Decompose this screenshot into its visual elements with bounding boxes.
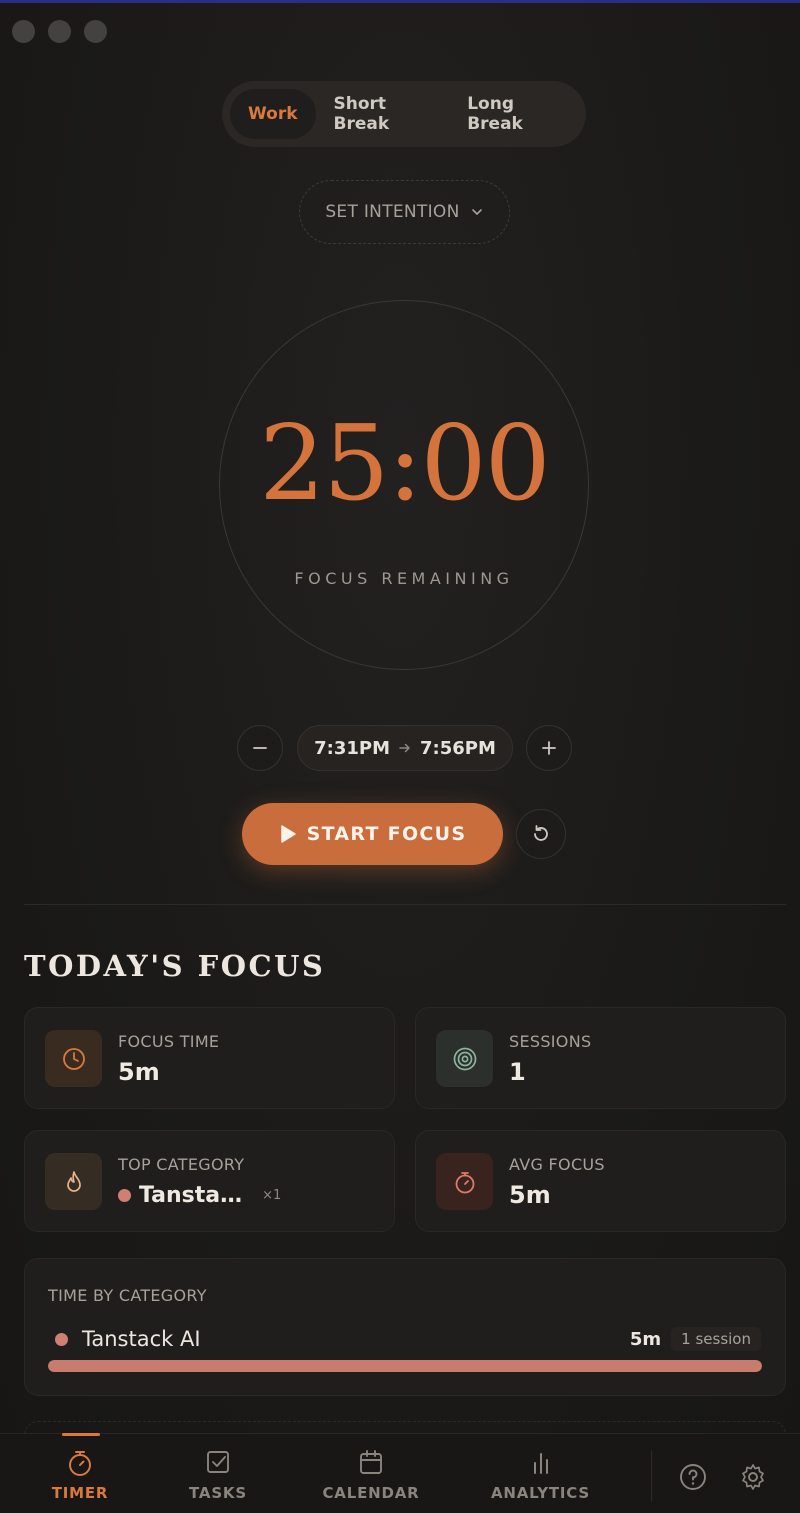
nav-divider bbox=[651, 1450, 652, 1502]
time-range: 7:31PM 7:56PM bbox=[297, 725, 513, 771]
close-window-button[interactable] bbox=[12, 20, 35, 43]
sessions-value: 1 bbox=[509, 1058, 526, 1086]
help-icon bbox=[680, 1464, 706, 1490]
time-by-category-card: TIME BY CATEGORY Tanstack AI 5m 1 sessio… bbox=[24, 1258, 786, 1396]
increase-time-button[interactable] bbox=[526, 725, 572, 771]
timer-icon bbox=[69, 1451, 91, 1476]
focus-time-label: FOCUS TIME bbox=[118, 1032, 220, 1051]
start-focus-button[interactable]: START FOCUS bbox=[242, 803, 503, 865]
tab-long-break[interactable]: Long Break bbox=[449, 89, 578, 139]
tab-short-break[interactable]: Short Break bbox=[316, 89, 450, 139]
flame-icon bbox=[45, 1153, 102, 1210]
play-icon bbox=[280, 825, 296, 843]
start-focus-label: START FOCUS bbox=[306, 823, 467, 845]
minimize-window-button[interactable] bbox=[48, 20, 71, 43]
avg-focus-value: 5m bbox=[509, 1181, 551, 1209]
sessions-label: SESSIONS bbox=[509, 1032, 592, 1051]
chevron-down-icon bbox=[471, 209, 482, 215]
bar-chart-icon bbox=[533, 1453, 548, 1474]
app-window: Work Short Break Long Break SET INTENTIO… bbox=[0, 0, 800, 1513]
list-item[interactable]: Tanstack AI 5m 1 session bbox=[55, 1325, 761, 1353]
reset-button[interactable] bbox=[516, 809, 566, 859]
section-divider bbox=[24, 904, 786, 905]
settings-button[interactable] bbox=[738, 1462, 768, 1492]
start-time: 7:31PM bbox=[314, 737, 390, 759]
calendar-icon bbox=[360, 1450, 382, 1474]
tab-work[interactable]: Work bbox=[230, 89, 316, 139]
intention-label: SET INTENTION bbox=[325, 202, 460, 222]
category-progress-fill bbox=[48, 1360, 762, 1372]
top-category-label: TOP CATEGORY bbox=[118, 1155, 245, 1174]
gear-icon bbox=[742, 1464, 764, 1490]
set-intention-button[interactable]: SET INTENTION bbox=[299, 180, 510, 244]
category-progress-bar bbox=[48, 1360, 762, 1372]
maximize-window-button[interactable] bbox=[84, 20, 107, 43]
top-category-card: TOP CATEGORY Tansta… ×1 bbox=[24, 1130, 395, 1232]
category-name: Tanstack AI bbox=[82, 1327, 201, 1351]
nav-calendar[interactable]: CALENDAR bbox=[320, 1434, 422, 1513]
checkbox-icon bbox=[207, 1451, 229, 1473]
mode-tabs: Work Short Break Long Break bbox=[222, 81, 586, 147]
category-sessions-badge: 1 session bbox=[671, 1327, 761, 1351]
target-icon bbox=[436, 1030, 493, 1087]
top-category-value: Tansta… ×1 bbox=[118, 1183, 281, 1208]
nav-timer[interactable]: TIMER bbox=[39, 1434, 121, 1513]
top-category-name: Tansta… bbox=[139, 1183, 243, 1208]
nav-calendar-label: CALENDAR bbox=[322, 1484, 420, 1502]
reset-icon bbox=[534, 825, 548, 841]
stopwatch-icon bbox=[436, 1153, 493, 1210]
time-by-category-title: TIME BY CATEGORY bbox=[48, 1286, 207, 1305]
decrease-time-button[interactable] bbox=[237, 725, 283, 771]
plus-icon bbox=[542, 741, 556, 755]
focus-time-card: FOCUS TIME 5m bbox=[24, 1007, 395, 1109]
avg-focus-card: AVG FOCUS 5m bbox=[415, 1130, 786, 1232]
top-category-count: ×1 bbox=[262, 1188, 282, 1203]
help-button[interactable] bbox=[678, 1462, 708, 1492]
nav-timer-label: TIMER bbox=[51, 1484, 109, 1502]
avg-focus-label: AVG FOCUS bbox=[509, 1155, 605, 1174]
nav-tasks[interactable]: TASKS bbox=[178, 1434, 258, 1513]
window-controls bbox=[12, 20, 107, 43]
category-dot bbox=[118, 1189, 131, 1202]
end-time: 7:56PM bbox=[420, 737, 496, 759]
nav-analytics[interactable]: ANALYTICS bbox=[488, 1434, 593, 1513]
todays-focus-title: TODAY'S FOCUS bbox=[24, 949, 326, 983]
focus-time-value: 5m bbox=[118, 1058, 160, 1086]
nav-tasks-label: TASKS bbox=[189, 1484, 247, 1502]
category-duration: 5m bbox=[629, 1328, 662, 1350]
focus-remaining-label: FOCUS REMAINING bbox=[294, 569, 514, 588]
sessions-card: SESSIONS 1 bbox=[415, 1007, 786, 1109]
minus-icon bbox=[253, 747, 267, 749]
category-dot bbox=[55, 1332, 68, 1346]
arrow-right-icon bbox=[399, 743, 410, 753]
bottom-nav: TIMER TASKS CALENDAR ANALYTICS bbox=[0, 1433, 800, 1513]
timer-display: 25:00 bbox=[259, 402, 551, 524]
clock-icon bbox=[45, 1030, 102, 1087]
nav-analytics-label: ANALYTICS bbox=[491, 1484, 590, 1502]
